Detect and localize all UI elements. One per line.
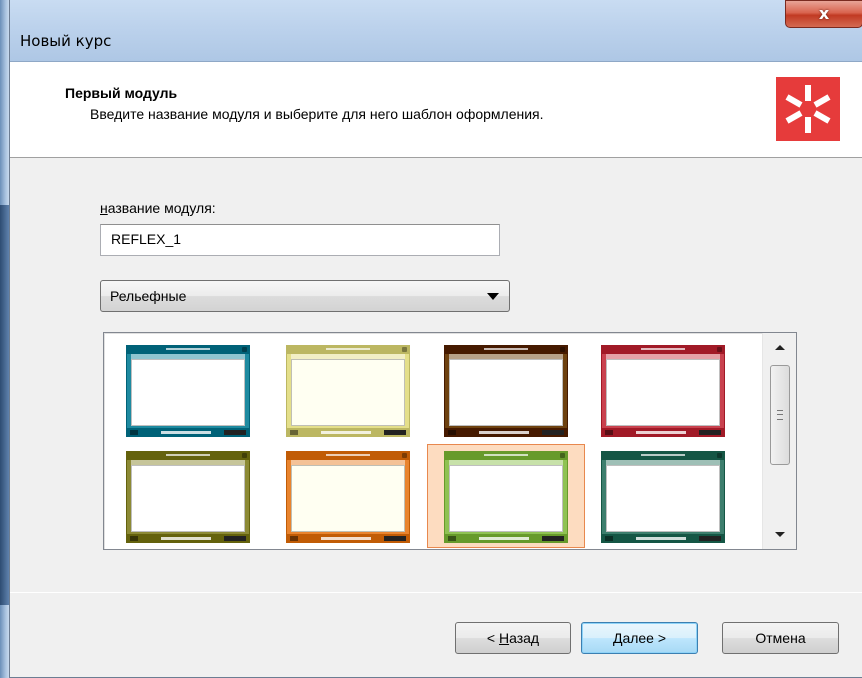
template-thumbnail[interactable] <box>601 451 725 543</box>
gallery-scrollbar[interactable] <box>762 333 796 549</box>
background-window-edge <box>0 0 9 678</box>
cancel-button[interactable]: Отмена <box>722 622 839 654</box>
next-button[interactable]: Далее > <box>581 622 698 654</box>
template-thumbnail[interactable] <box>444 345 568 437</box>
wizard-header: Первый модуль Введите название модуля и … <box>10 62 862 158</box>
title-bar: Новый курс x <box>10 0 862 62</box>
window-title: Новый курс <box>20 32 112 50</box>
close-icon: x <box>818 4 830 23</box>
chevron-down-icon <box>487 293 499 300</box>
template-thumbnail[interactable] <box>126 451 250 543</box>
template-style-value: Рельефные <box>110 288 187 304</box>
window-bottom-edge <box>10 670 862 678</box>
scrollbar-thumb[interactable] <box>770 365 790 465</box>
template-thumbnail[interactable] <box>286 451 410 543</box>
template-style-select[interactable]: Рельефные <box>100 280 510 312</box>
close-button[interactable]: x <box>785 0 862 28</box>
module-name-label: название модуля: <box>100 200 216 216</box>
wizard-dialog: Новый курс x Первый модуль Введите назва… <box>9 0 862 678</box>
template-thumbnail[interactable] <box>601 345 725 437</box>
scroll-up-icon[interactable] <box>775 345 785 350</box>
template-thumbnail[interactable] <box>444 451 568 543</box>
template-list <box>104 333 762 549</box>
asterisk-logo-icon <box>776 77 840 141</box>
page-subtitle: Введите название модуля и выберите для н… <box>90 106 544 122</box>
page-title: Первый модуль <box>65 85 178 101</box>
template-thumbnail[interactable] <box>126 345 250 437</box>
template-thumbnail[interactable] <box>286 345 410 437</box>
back-button[interactable]: < Назад <box>455 622 571 654</box>
footer-divider <box>10 592 862 593</box>
scroll-down-icon[interactable] <box>775 532 785 537</box>
template-gallery <box>103 332 797 550</box>
module-name-input[interactable]: REFLEX_1 <box>100 224 500 256</box>
